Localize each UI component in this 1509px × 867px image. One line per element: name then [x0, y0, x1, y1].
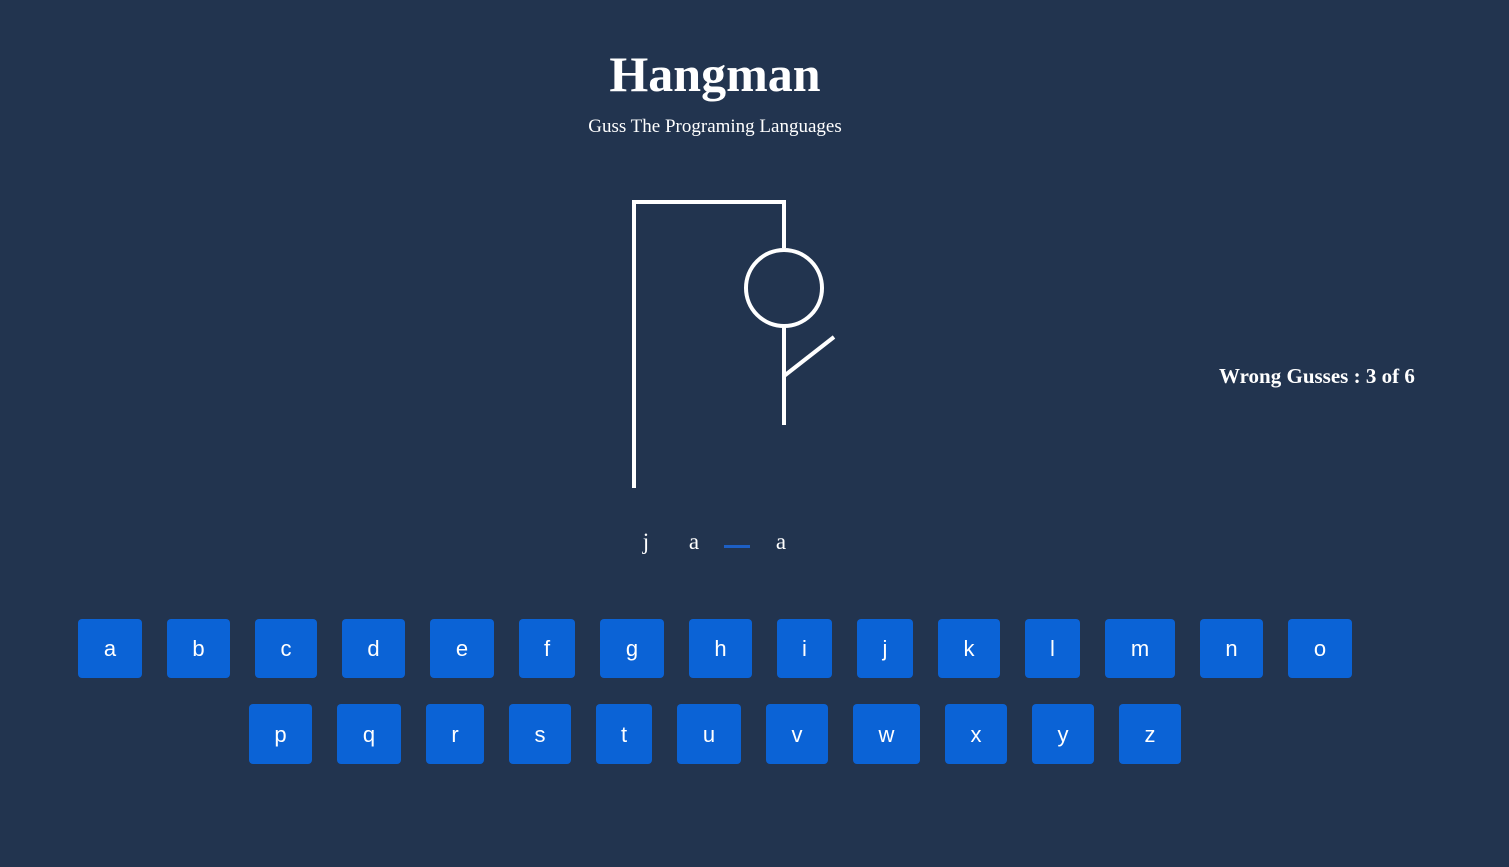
game-subtitle: Guss The Programing Languages [588, 116, 842, 137]
key-h[interactable]: h [689, 619, 752, 678]
key-y[interactable]: y [1032, 704, 1094, 764]
key-t[interactable]: t [596, 704, 652, 764]
key-n[interactable]: n [1200, 619, 1263, 678]
key-j[interactable]: j [857, 619, 913, 678]
game-title: Hangman [609, 46, 821, 102]
key-k[interactable]: k [938, 619, 1000, 678]
key-a[interactable]: a [78, 619, 142, 678]
key-p[interactable]: p [249, 704, 312, 764]
hangman-head [744, 248, 824, 328]
key-q[interactable]: q [337, 704, 401, 764]
key-x[interactable]: x [945, 704, 1007, 764]
key-v[interactable]: v [766, 704, 828, 764]
hangman-right-arm [782, 335, 836, 378]
key-w[interactable]: w [853, 704, 920, 764]
hangman-figure [632, 200, 836, 488]
key-d[interactable]: d [342, 619, 405, 678]
word-letter: a [775, 529, 787, 554]
word-letter: j [642, 529, 650, 554]
key-r[interactable]: r [426, 704, 484, 764]
key-s[interactable]: s [509, 704, 571, 764]
word-letter-blank [724, 528, 750, 548]
key-i[interactable]: i [777, 619, 832, 678]
key-l[interactable]: l [1025, 619, 1080, 678]
key-z[interactable]: z [1119, 704, 1181, 764]
word-letter: a [688, 529, 700, 554]
key-e[interactable]: e [430, 619, 494, 678]
key-u[interactable]: u [677, 704, 741, 764]
key-b[interactable]: b [167, 619, 230, 678]
key-m[interactable]: m [1105, 619, 1175, 678]
key-f[interactable]: f [519, 619, 575, 678]
key-g[interactable]: g [600, 619, 664, 678]
wrong-guesses-counter: Wrong Gusses : 3 of 6 [1219, 364, 1415, 388]
key-c[interactable]: c [255, 619, 317, 678]
key-o[interactable]: o [1288, 619, 1352, 678]
